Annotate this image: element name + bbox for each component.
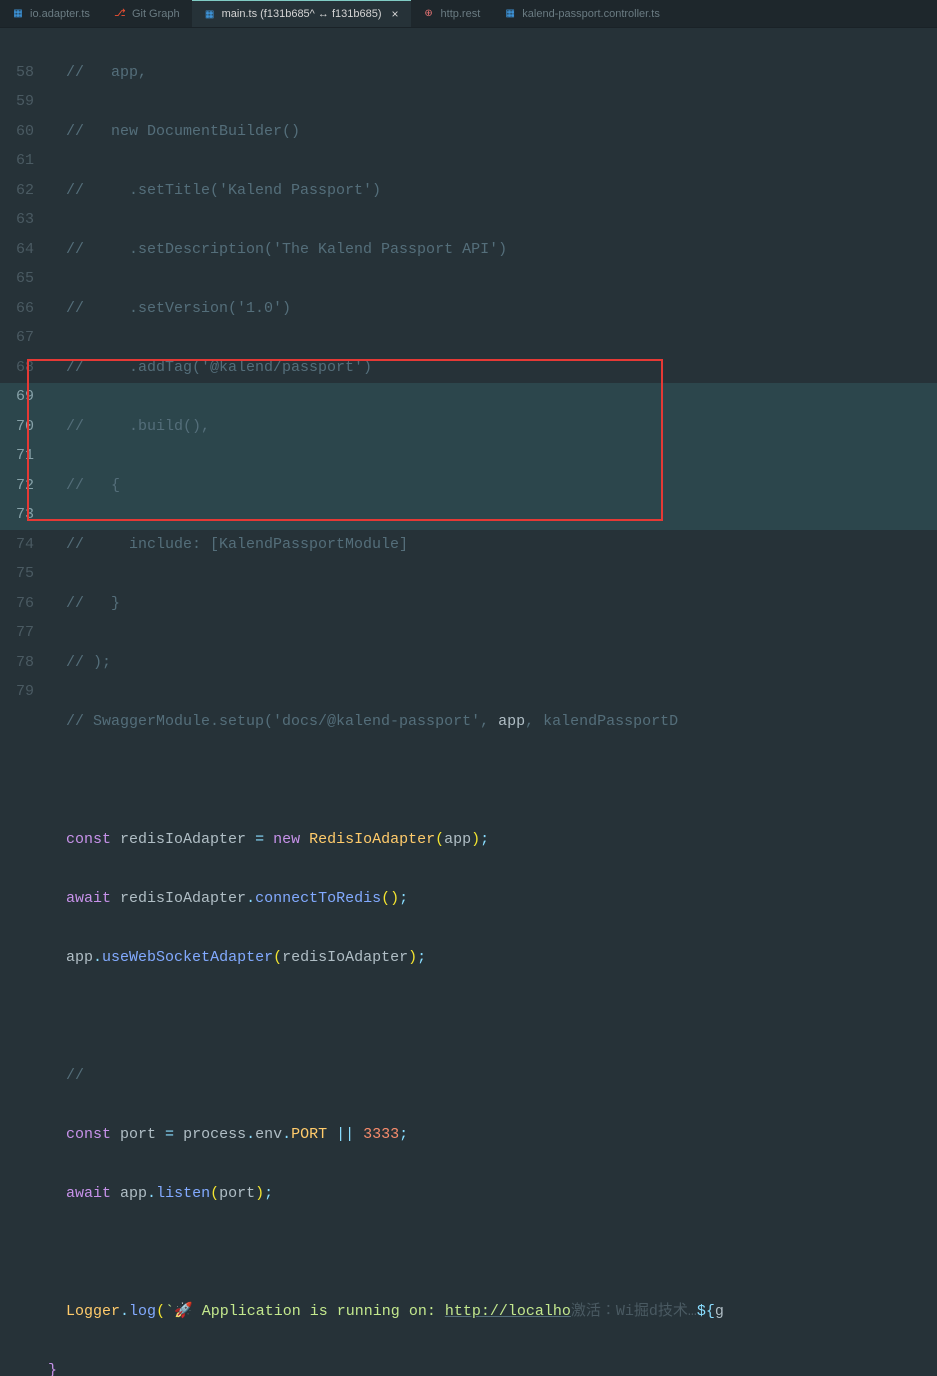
code-line: await redisIoAdapter.connectToRedis(); — [48, 884, 937, 914]
code-line: await app.listen(port); — [48, 1179, 937, 1209]
tab-label: io.adapter.ts — [30, 8, 90, 20]
code-line: // } — [48, 595, 120, 612]
tab-kalend-passport-controller[interactable]: ▦ kalend-passport.controller.ts — [492, 0, 672, 27]
tab-git-graph[interactable]: ⎇ Git Graph — [102, 0, 192, 27]
code-line: // ); — [48, 654, 111, 671]
code-line: const port = process.env.PORT || 3333; — [48, 1120, 937, 1150]
code-line: // { — [48, 477, 120, 494]
code-line: app.useWebSocketAdapter(redisIoAdapter); — [48, 943, 937, 973]
code-line: // .build(), — [48, 418, 210, 435]
code-line: // .setDescription('The Kalend Passport … — [48, 241, 507, 258]
close-icon[interactable]: × — [392, 7, 399, 21]
code-line: // .setVersion('1.0') — [48, 300, 291, 317]
code-line: // .addTag('@kalend/passport') — [48, 359, 372, 376]
ts-icon: ▦ — [504, 8, 516, 20]
http-icon: ⊕ — [423, 8, 435, 20]
ts-icon: ▦ — [204, 8, 216, 20]
code-line: // new DocumentBuilder() — [48, 123, 300, 140]
tab-label: Git Graph — [132, 8, 180, 20]
tab-main-ts[interactable]: ▦ main.ts (f131b685^ ↔ f131b685) × — [192, 0, 411, 27]
editor-tabs: ▦ io.adapter.ts ⎇ Git Graph ▦ main.ts (f… — [0, 0, 937, 28]
code-editor[interactable]: 58 59 60 61 62 63 64 65 66 67 68 69 70 7… — [0, 28, 937, 688]
code-line: // — [48, 1067, 84, 1084]
tab-http-rest[interactable]: ⊕ http.rest — [411, 0, 493, 27]
code-line: // SwaggerModule.setup('docs/@kalend-pas… — [48, 707, 937, 737]
tab-label: main.ts (f131b685^ ↔ f131b685) — [222, 8, 382, 20]
code-line: // .setTitle('Kalend Passport') — [48, 182, 381, 199]
tab-label: kalend-passport.controller.ts — [522, 8, 660, 20]
code-line: } — [48, 1356, 937, 1376]
line-gutter: 58 59 60 61 62 63 64 65 66 67 68 69 70 7… — [0, 28, 48, 688]
code-line: Logger.log(`🚀 Application is running on:… — [48, 1297, 937, 1327]
code-content[interactable]: // app, // new DocumentBuilder() // .set… — [48, 28, 937, 688]
ts-icon: ▦ — [12, 8, 24, 20]
code-line: // include: [KalendPassportModule] — [48, 536, 408, 553]
code-line: const redisIoAdapter = new RedisIoAdapte… — [48, 825, 937, 855]
tab-io-adapter[interactable]: ▦ io.adapter.ts — [0, 0, 102, 27]
git-icon: ⎇ — [114, 8, 126, 20]
code-line: // app, — [48, 64, 147, 81]
tab-label: http.rest — [441, 8, 481, 20]
